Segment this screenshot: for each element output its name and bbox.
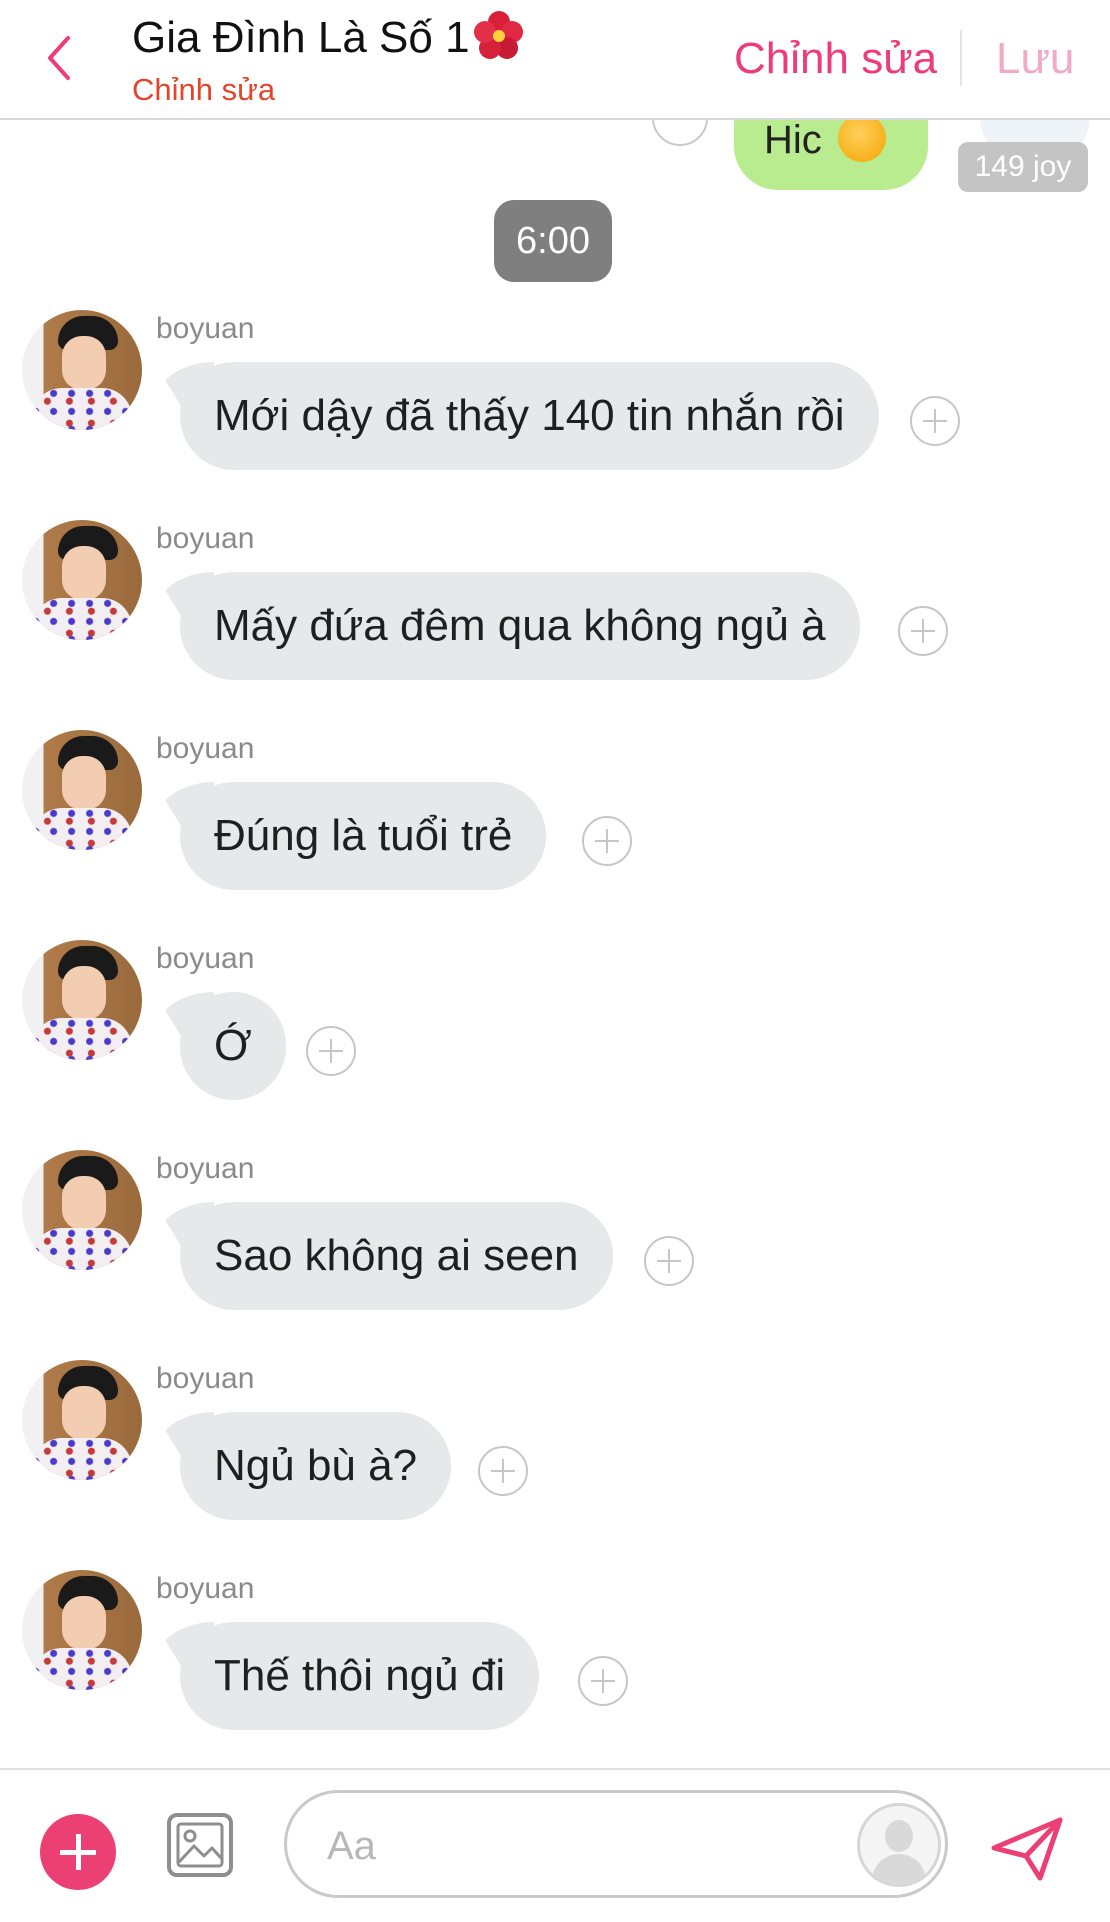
sender-name: boyuan — [156, 1362, 255, 1395]
chat-header: Gia Đình Là Số 1 Chỉnh sửa Chỉnh sửa Lưu — [0, 0, 1110, 120]
sender-avatar[interactable] — [22, 730, 142, 850]
sender-avatar[interactable] — [22, 520, 142, 640]
sender-avatar[interactable] — [22, 310, 142, 430]
sender-name: boyuan — [156, 1152, 255, 1185]
message-row: boyuan Ngủ bù à? — [0, 1360, 1110, 1550]
message-input-box[interactable] — [284, 1790, 948, 1898]
message-row: boyuan Ớ — [0, 940, 1110, 1130]
message-row: boyuan Sao không ai seen — [0, 1150, 1110, 1340]
add-reaction-icon[interactable] — [652, 120, 708, 146]
sender-avatar[interactable] — [22, 1570, 142, 1690]
add-reaction-icon[interactable] — [582, 816, 632, 866]
hibiscus-icon — [473, 11, 523, 59]
add-reaction-icon[interactable] — [910, 396, 960, 446]
add-reaction-icon[interactable] — [898, 606, 948, 656]
message-bubble[interactable]: Ớ — [180, 992, 286, 1100]
sender-avatar[interactable] — [22, 940, 142, 1060]
image-gallery-icon[interactable] — [166, 1812, 234, 1878]
edit-button[interactable]: Chỉnh sửa — [734, 34, 937, 84]
message-bubble[interactable]: Sao không ai seen — [180, 1202, 613, 1310]
sender-name: boyuan — [156, 312, 255, 345]
anxious-sweat-face-icon — [838, 120, 886, 162]
message-row: boyuan Đúng là tuổi trẻ — [0, 730, 1110, 920]
sender-name: boyuan — [156, 522, 255, 555]
sender-name: boyuan — [156, 1572, 255, 1605]
message-text: Hic — [764, 120, 822, 162]
message-input[interactable] — [325, 1817, 809, 1875]
save-button[interactable]: Lưu — [996, 34, 1074, 84]
add-reaction-icon[interactable] — [578, 1656, 628, 1706]
add-reaction-icon[interactable] — [478, 1446, 528, 1496]
persona-avatar-icon[interactable] — [857, 1803, 941, 1887]
reaction-count-badge[interactable]: 149 joy — [958, 142, 1088, 192]
sender-avatar[interactable] — [22, 1150, 142, 1270]
add-attachment-button[interactable] — [40, 1814, 116, 1890]
chat-subtitle[interactable]: Chỉnh sửa — [132, 72, 275, 108]
header-divider — [960, 30, 962, 86]
previous-message: Hic — [0, 120, 1110, 200]
message-bubble[interactable]: Mấy đứa đêm qua không ngủ à — [180, 572, 860, 680]
message-bubble[interactable]: Đúng là tuổi trẻ — [180, 782, 547, 890]
send-icon[interactable] — [990, 1814, 1066, 1884]
add-reaction-icon[interactable] — [306, 1026, 356, 1076]
sender-name: boyuan — [156, 942, 255, 975]
message-row: boyuan Mấy đứa đêm qua không ngủ à — [0, 520, 1110, 710]
message-row: boyuan Mới dậy đã thấy 140 tin nhắn rồi — [0, 310, 1110, 500]
sender-avatar[interactable] — [22, 1360, 142, 1480]
sender-name: boyuan — [156, 732, 255, 765]
message-composer — [0, 1768, 1110, 1922]
message-row: boyuan Thế thôi ngủ đi — [0, 1570, 1110, 1760]
message-bubble[interactable]: Thế thôi ngủ đi — [180, 1622, 540, 1730]
back-chevron-icon[interactable] — [40, 30, 80, 86]
outgoing-message-bubble[interactable]: Hic — [734, 120, 928, 190]
timestamp-divider: 6:00 — [494, 200, 612, 282]
chat-title: Gia Đình Là Số 1 — [132, 8, 526, 63]
message-bubble[interactable]: Mới dậy đã thấy 140 tin nhắn rồi — [180, 362, 879, 470]
chat-title-text: Gia Đình Là Số 1 — [132, 13, 470, 62]
add-reaction-icon[interactable] — [644, 1236, 694, 1286]
message-bubble[interactable]: Ngủ bù à? — [180, 1412, 452, 1520]
